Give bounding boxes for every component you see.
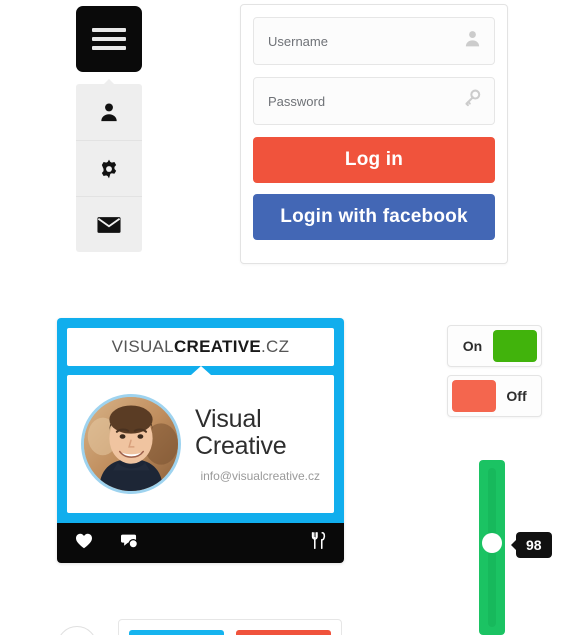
- title-part-tld: .CZ: [261, 337, 290, 356]
- toggle-off-label: Off: [506, 388, 527, 404]
- menu-item-user[interactable]: [76, 84, 142, 140]
- bottom-button-panel: [118, 619, 342, 635]
- business-card-info: Visual Creative info@visualcreative.cz: [195, 404, 320, 483]
- hamburger-bar-3: [92, 46, 126, 50]
- envelope-icon: [97, 216, 121, 234]
- comments-icon[interactable]: [121, 533, 140, 554]
- name-line-2: Creative: [195, 431, 287, 460]
- title-part-creative: CREATIVE: [173, 337, 262, 356]
- gear-icon: [98, 158, 120, 180]
- callout-arrow: [190, 366, 211, 375]
- username-field[interactable]: Username: [253, 17, 495, 65]
- menu-item-settings[interactable]: [76, 140, 142, 196]
- icon-menu-panel: [76, 79, 142, 252]
- user-icon: [98, 101, 120, 123]
- business-card-action-bar: [57, 523, 344, 563]
- business-card-name: Visual Creative: [195, 404, 320, 460]
- heart-icon[interactable]: [75, 533, 93, 554]
- login-panel: Username Password Log in Login with face…: [240, 4, 508, 264]
- red-button[interactable]: [236, 630, 331, 635]
- title-part-visual: VISUAL: [111, 337, 174, 356]
- key-icon: [463, 89, 482, 113]
- password-placeholder: Password: [268, 93, 326, 109]
- toggle-on-knob[interactable]: [493, 330, 537, 362]
- hamburger-bar-2: [92, 37, 126, 41]
- username-placeholder: Username: [268, 33, 328, 49]
- avatar: [81, 394, 181, 494]
- password-field[interactable]: Password: [253, 77, 495, 125]
- blue-button[interactable]: [129, 630, 224, 635]
- ui-kit-canvas: Username Password Log in Login with face…: [0, 0, 570, 635]
- slider-handle[interactable]: [482, 533, 502, 553]
- business-card-title: VISUAL CREATIVE .CZ: [67, 328, 334, 366]
- menu-item-messages[interactable]: [76, 196, 142, 252]
- toggle-on-label: On: [462, 338, 483, 354]
- business-card-email: info@visualcreative.cz: [200, 468, 320, 483]
- hamburger-bar-1: [92, 28, 126, 32]
- hamburger-menu-button[interactable]: [76, 6, 142, 72]
- business-card-frame: VISUAL CREATIVE .CZ Visual Creative info…: [57, 318, 344, 523]
- log-in-button[interactable]: Log in: [253, 137, 495, 183]
- business-card-widget: VISUAL CREATIVE .CZ Visual Creative info…: [57, 318, 344, 563]
- business-card-body: Visual Creative info@visualcreative.cz: [67, 366, 334, 513]
- toggle-off-knob[interactable]: [452, 380, 496, 412]
- name-line-1: Visual: [195, 404, 262, 433]
- bottom-circle-element[interactable]: [57, 626, 97, 635]
- toggle-off[interactable]: Off: [447, 375, 542, 417]
- cutlery-icon[interactable]: [311, 532, 326, 554]
- toggle-on[interactable]: On: [447, 325, 542, 367]
- vertical-slider-track[interactable]: [479, 460, 505, 635]
- user-icon: [463, 29, 482, 53]
- slider-value-tooltip: 98: [511, 532, 552, 558]
- menu-notch: [103, 79, 115, 85]
- login-with-facebook-button[interactable]: Login with facebook: [253, 194, 495, 240]
